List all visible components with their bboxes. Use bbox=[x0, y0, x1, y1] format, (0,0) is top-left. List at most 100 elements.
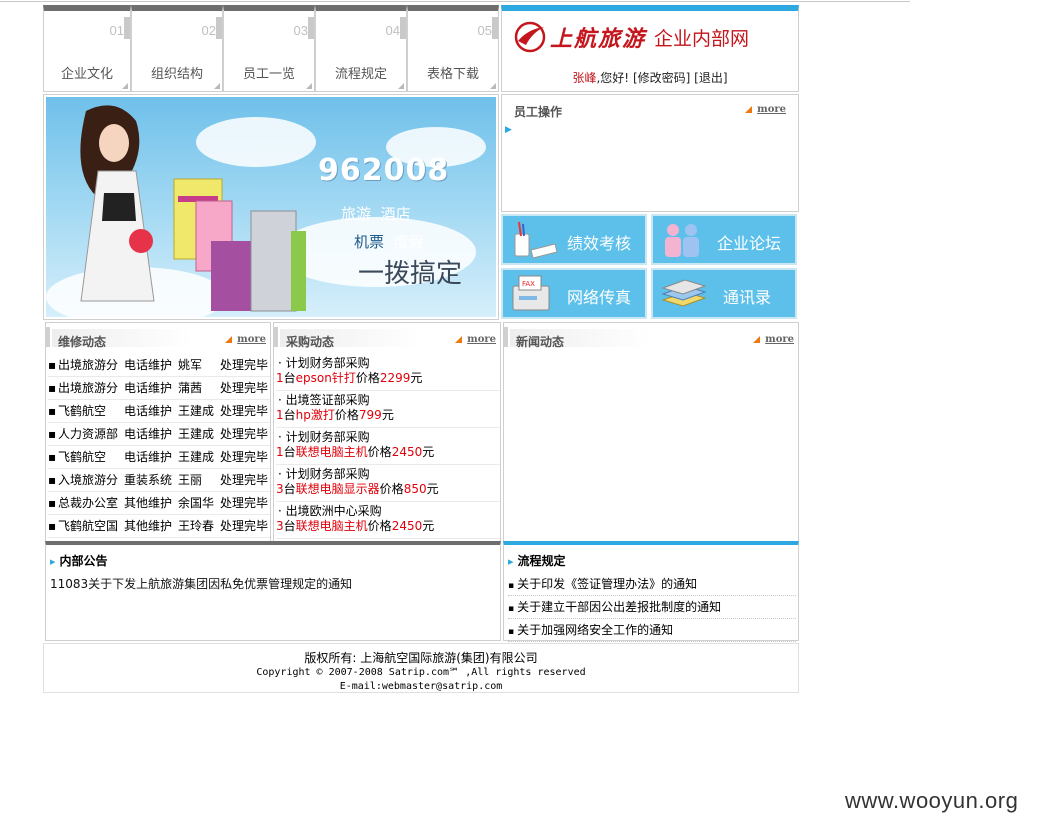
dept: 人力资源部 bbox=[58, 427, 119, 441]
repair-type: 电话维护 bbox=[124, 381, 173, 395]
title-bar bbox=[504, 327, 508, 347]
tab-bar bbox=[124, 17, 130, 39]
price-label: 价格 bbox=[367, 519, 392, 533]
contact-email[interactable]: E-mail:webmaster@satrip.com bbox=[44, 680, 798, 694]
list-item[interactable]: ▪ 人力资源部 电话维护 王建成 处理完毕 bbox=[48, 423, 270, 446]
list-item[interactable]: ▪ 飞鹤航空国 其他维护 王玲春 处理完毕 bbox=[48, 515, 270, 538]
site-subtitle: 企业内部网 bbox=[654, 27, 750, 50]
section-title: 流程规定 bbox=[508, 552, 566, 569]
promo-banner[interactable]: 962008 旅游 酒店 机票 度假 一拨搞定 bbox=[43, 94, 499, 320]
person: 余国华 bbox=[178, 496, 215, 510]
list-item[interactable]: ▪ 飞鹤航空 电话维护 王建成 处理完毕 bbox=[48, 446, 270, 469]
list-item[interactable]: · 出境欧洲中心采购 3台联想电脑主机价格2450元 bbox=[276, 502, 500, 539]
logout-link[interactable]: [退出] bbox=[694, 71, 727, 85]
list-item[interactable]: ▪ 出境旅游分 电话维护 蒲茜 处理完毕 bbox=[48, 377, 270, 400]
section-title: 内部公告 bbox=[50, 552, 108, 569]
qty: 1 bbox=[276, 371, 284, 385]
process-rules-panel: 流程规定 关于印发《签证管理办法》的通知 关于建立干部因公出差报批制度的通知 关… bbox=[503, 541, 799, 642]
list-item[interactable]: · 计划财务部采购 3台联想电脑显示器价格850元 bbox=[276, 465, 500, 502]
bullet-icon: ▪ bbox=[48, 381, 57, 395]
list-item[interactable]: ▪ 入境旅游分 重装系统 王丽 处理完毕 bbox=[48, 469, 270, 492]
change-password-link[interactable]: [修改密码] bbox=[633, 71, 690, 85]
unit: 台 bbox=[283, 445, 296, 459]
more-link[interactable]: more bbox=[455, 334, 496, 345]
corner-icon bbox=[122, 83, 128, 89]
dept: 总裁办公室 bbox=[58, 496, 119, 510]
more-link[interactable]: more bbox=[225, 334, 266, 345]
nav-tab-forms[interactable]: 05 表格下载 bbox=[407, 5, 499, 92]
forum-tile[interactable]: 企业论坛 bbox=[651, 214, 797, 265]
repair-panel: 维修动态 more ▪ 出境旅游分 电话维护 姚军 处理完毕 ▪ 出境旅游分 电… bbox=[45, 322, 271, 542]
repair-type: 电话维护 bbox=[124, 427, 173, 441]
price: 2450 bbox=[391, 445, 423, 459]
performance-tile[interactable]: 绩效考核 bbox=[501, 214, 647, 265]
tab-label[interactable]: 流程规定 bbox=[316, 63, 406, 82]
purchase-dept: · 计划财务部采购 bbox=[278, 356, 370, 370]
tab-label[interactable]: 表格下载 bbox=[408, 63, 498, 82]
banner-slogan: 一拨搞定 bbox=[358, 259, 463, 289]
list-item[interactable]: 关于加强网络安全工作的通知 bbox=[508, 619, 796, 642]
tab-number: 05 bbox=[477, 23, 492, 38]
list-item[interactable]: · 计划财务部采购 1台epson针打价格2299元 bbox=[276, 354, 500, 391]
list-item[interactable]: ▪ 飞鹤航空 电话维护 王建成 处理完毕 bbox=[48, 400, 270, 423]
banner-tags-2: 机票 度假 bbox=[354, 231, 424, 252]
nav-tab-staff[interactable]: 03 员工一览 bbox=[223, 5, 315, 92]
nav-tab-process[interactable]: 04 流程规定 bbox=[315, 5, 407, 92]
status: 处理完毕 bbox=[220, 427, 269, 441]
list-item[interactable]: 关于印发《签证管理办法》的通知 bbox=[508, 573, 796, 596]
person: 王丽 bbox=[178, 473, 203, 487]
brand-panel: 上航旅游 企业内部网 张峰,您好! [修改密码] [退出] bbox=[501, 5, 799, 92]
quick-links: 绩效考核 企业论坛 FAX 网络传真 通讯录 bbox=[501, 214, 799, 320]
tag-hotel: 酒店 bbox=[380, 205, 411, 223]
list-item[interactable]: · 出境签证部采购 1台hp激打价格799元 bbox=[276, 391, 500, 428]
corner-icon bbox=[306, 83, 312, 89]
panel-title: 维修动态 bbox=[58, 335, 107, 349]
list-item[interactable]: ▪ 总裁办公室 其他维护 余国华 处理完毕 bbox=[48, 492, 270, 515]
qty: 3 bbox=[276, 482, 284, 496]
product: hp激打 bbox=[295, 408, 335, 422]
qty: 1 bbox=[276, 445, 284, 459]
price: 850 bbox=[403, 482, 427, 496]
status: 处理完毕 bbox=[220, 381, 269, 395]
news-panel: 新闻动态 more bbox=[503, 322, 799, 542]
price-label: 价格 bbox=[355, 371, 380, 385]
product: 联想电脑显示器 bbox=[295, 482, 380, 496]
purchase-detail: 1台epson针打价格2299元 bbox=[276, 371, 500, 386]
purchase-dept: · 出境签证部采购 bbox=[278, 393, 370, 407]
purchase-dept: · 出境欧洲中心采购 bbox=[278, 504, 382, 518]
purchase-dept: · 计划财务部采购 bbox=[278, 430, 370, 444]
tab-label[interactable]: 企业文化 bbox=[44, 63, 130, 82]
tab-label[interactable]: 组织结构 bbox=[132, 63, 222, 82]
list-item[interactable]: 关于建立干部因公出差报批制度的通知 bbox=[508, 596, 796, 619]
nav-tab-culture[interactable]: 01 企业文化 bbox=[43, 5, 131, 92]
price: 2299 bbox=[379, 371, 411, 385]
address-book-tile[interactable]: 通讯录 bbox=[651, 268, 797, 319]
purchase-detail: 1台联想电脑主机价格2450元 bbox=[276, 445, 500, 460]
status: 处理完毕 bbox=[220, 450, 269, 464]
person: 蒲茜 bbox=[178, 381, 203, 395]
price-label: 价格 bbox=[379, 482, 404, 496]
fax-tile[interactable]: FAX 网络传真 bbox=[501, 268, 647, 319]
user-greeting: 张峰,您好! [修改密码] [退出] bbox=[502, 69, 798, 86]
tab-number: 01 bbox=[109, 23, 124, 38]
corner-icon bbox=[398, 83, 404, 89]
bullet-icon: ▪ bbox=[48, 358, 57, 372]
dept: 出境旅游分 bbox=[58, 358, 119, 372]
more-link[interactable]: more bbox=[745, 104, 786, 115]
header: 01 企业文化 02 组织结构 03 员工一览 04 流程规定 05 表格下载 … bbox=[43, 5, 799, 92]
list-item[interactable]: · 计划财务部采购 1台联想电脑主机价格2450元 bbox=[276, 428, 500, 465]
hotline-number: 962008 bbox=[318, 153, 450, 188]
status: 处理完毕 bbox=[220, 519, 269, 533]
more-link[interactable]: more bbox=[753, 334, 794, 345]
title-bar bbox=[46, 327, 50, 347]
swallow-logo-icon bbox=[514, 21, 546, 53]
tab-number: 04 bbox=[385, 23, 400, 38]
currency: 元 bbox=[381, 408, 394, 422]
logo: 上航旅游 企业内部网 bbox=[514, 21, 749, 53]
tab-label[interactable]: 员工一览 bbox=[224, 63, 314, 82]
panel-title: 员工操作 bbox=[514, 105, 563, 119]
nav-tab-structure[interactable]: 02 组织结构 bbox=[131, 5, 223, 92]
list-item[interactable]: ▪ 出境旅游分 电话维护 姚军 处理完毕 bbox=[48, 354, 270, 377]
books-icon bbox=[661, 279, 707, 307]
announcement-link[interactable]: 11083关于下发上航旅游集团因私免优票管理规定的通知 bbox=[50, 575, 352, 592]
